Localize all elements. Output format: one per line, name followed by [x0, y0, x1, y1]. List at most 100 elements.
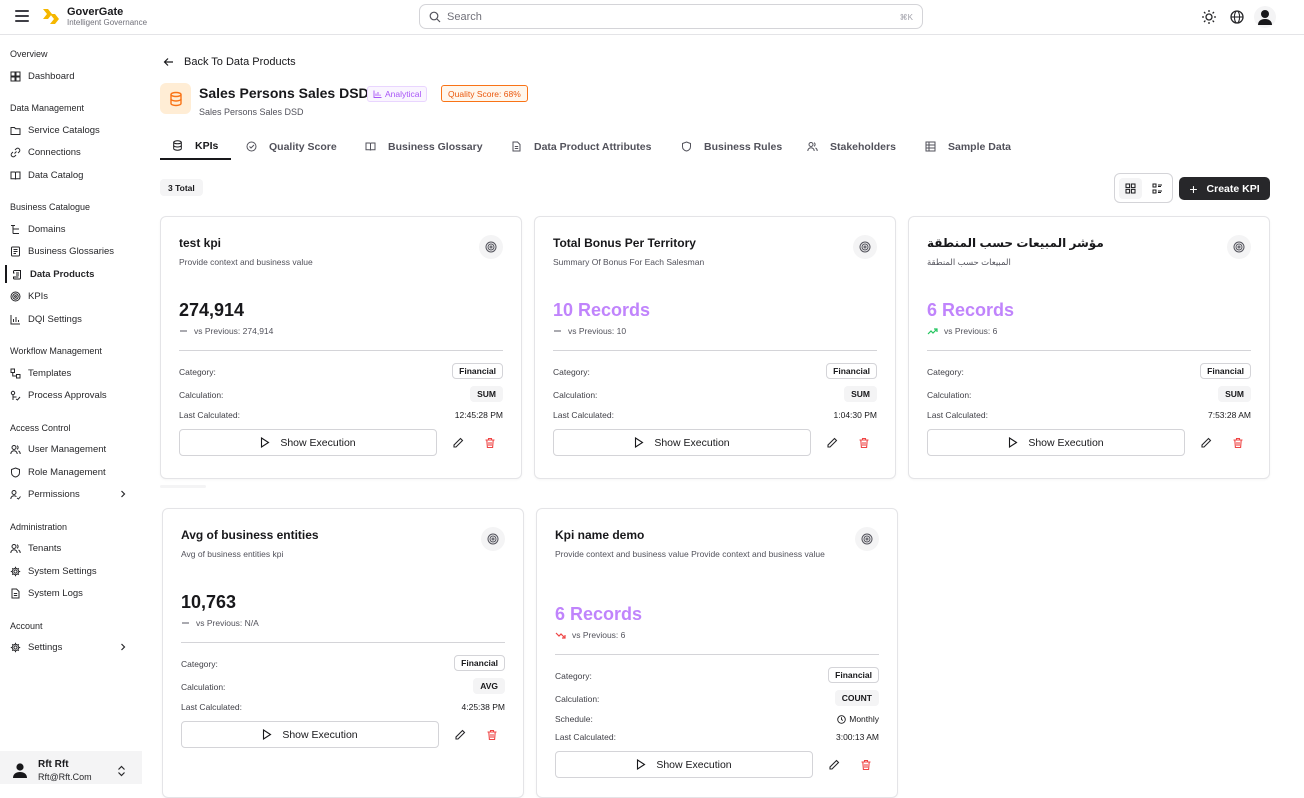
pencil-icon[interactable] [826, 437, 838, 449]
govergate-logo [43, 9, 59, 24]
sidebar-item-dashboard[interactable]: Dashboard [10, 67, 134, 85]
sidebar-item-label: Settings [28, 641, 63, 653]
kpi-card[interactable]: test kpi Provide context and business va… [160, 216, 522, 479]
pencil-icon[interactable] [452, 437, 464, 449]
pencil-icon[interactable] [1200, 437, 1212, 449]
tab-sample-data[interactable]: Sample Data [925, 133, 1011, 160]
pencil-icon[interactable] [454, 729, 466, 741]
tab-kpis[interactable]: KPIs [160, 133, 231, 160]
sidebar-item-label: Data Products [30, 268, 95, 280]
shield-icon [682, 141, 691, 152]
sidebar-item-label: Role Management [28, 466, 106, 478]
show-execution-button[interactable]: Show Execution [555, 751, 813, 778]
sidebar-item-system-settings[interactable]: System Settings [10, 562, 134, 580]
list-icon [1152, 183, 1162, 194]
quality-score-badge: Quality Score: 68% [441, 85, 528, 102]
schedule-text: Monthly [849, 714, 879, 724]
target-icon [10, 291, 21, 301]
sidebar-item-data-catalog[interactable]: Data Catalog [10, 166, 134, 184]
calculation-badge: SUM [470, 386, 503, 402]
calculation-label: Calculation: [179, 390, 224, 400]
trash-icon[interactable] [486, 729, 498, 741]
category-badge: Financial [1200, 363, 1251, 379]
sidebar-item-settings[interactable]: Settings [10, 638, 134, 656]
kpi-target-button[interactable] [855, 527, 879, 551]
sidebar-item-permissions[interactable]: Permissions [10, 485, 134, 503]
section-administration: Administration [10, 522, 68, 532]
tab-bar: KPIs Quality Score Business Glossary Dat… [160, 133, 1270, 160]
grid-view-button[interactable] [1119, 178, 1142, 199]
sidebar-item-templates[interactable]: Templates [10, 364, 134, 382]
arrow-left-icon [163, 58, 173, 66]
type-badge-label: Analytical [385, 89, 422, 99]
chevron-up-down-icon [118, 765, 125, 777]
list-view-button[interactable] [1146, 178, 1169, 199]
sidebar-item-role-management[interactable]: Role Management [10, 463, 134, 481]
kpi-value: 274,914 [179, 300, 245, 320]
play-icon [1009, 437, 1018, 448]
sun-icon[interactable] [1201, 9, 1217, 25]
tab-data-product-attributes[interactable]: Data Product Attributes [511, 133, 651, 160]
tab-business-glossary[interactable]: Business Glossary [365, 133, 483, 160]
sidebar-item-data-products[interactable]: Data Products [5, 265, 129, 283]
tab-label: Business Rules [704, 140, 783, 153]
category-badge: Financial [454, 655, 505, 671]
check-circle-icon [246, 141, 257, 152]
show-execution-button[interactable]: Show Execution [181, 721, 439, 748]
tab-quality-score[interactable]: Quality Score [246, 133, 337, 160]
menu-icon[interactable] [15, 10, 29, 22]
sidebar-item-service-catalogs[interactable]: Service Catalogs [10, 121, 134, 139]
kpi-target-button[interactable] [1227, 235, 1251, 259]
dashboard-icon [10, 71, 21, 81]
show-execution-label: Show Execution [656, 758, 732, 771]
kpi-target-button[interactable] [479, 235, 503, 259]
kpi-card[interactable]: Avg of business entities Avg of business… [162, 508, 524, 798]
show-execution-label: Show Execution [1028, 436, 1104, 449]
sidebar-item-kpis[interactable]: KPIs [10, 287, 134, 305]
kpi-title: مؤشر المبيعات حسب المنطقة [927, 236, 1104, 250]
globe-icon[interactable] [1229, 9, 1245, 25]
sidebar-item-label: Process Approvals [28, 389, 107, 401]
brand: GoverGate Intelligent Governance [67, 6, 147, 28]
show-execution-button[interactable]: Show Execution [179, 429, 437, 456]
show-execution-label: Show Execution [282, 728, 358, 741]
kpi-description: Provide context and business value [179, 257, 313, 267]
create-kpi-label: Create KPI [1206, 182, 1260, 195]
sidebar-item-connections[interactable]: Connections [10, 143, 134, 161]
kpi-target-button[interactable] [481, 527, 505, 551]
target-icon [487, 533, 499, 545]
back-link[interactable]: Back To Data Products [163, 56, 296, 68]
sidebar-item-dqi-settings[interactable]: DQI Settings [10, 310, 134, 328]
sidebar-item-domains[interactable]: Domains [10, 220, 134, 238]
trash-icon[interactable] [858, 437, 870, 449]
kpi-previous-text: vs Previous: 10 [568, 326, 627, 336]
type-badge: Analytical [367, 86, 428, 102]
kpi-target-button[interactable] [853, 235, 877, 259]
user-menu[interactable]: Rft Rft Rft@Rft.Com [0, 751, 150, 784]
show-execution-button[interactable]: Show Execution [553, 429, 811, 456]
tab-business-rules[interactable]: Business Rules [681, 133, 782, 160]
show-execution-button[interactable]: Show Execution [927, 429, 1185, 456]
kpi-card[interactable]: Total Bonus Per Territory Summary Of Bon… [534, 216, 896, 479]
sidebar-item-user-management[interactable]: User Management [10, 440, 134, 458]
trash-icon[interactable] [484, 437, 496, 449]
user-avatar[interactable] [1254, 6, 1276, 28]
kpi-title: Kpi name demo [555, 528, 645, 542]
trash-icon[interactable] [1232, 437, 1244, 449]
create-kpi-button[interactable]: + Create KPI [1179, 177, 1270, 200]
pencil-icon[interactable] [828, 759, 840, 771]
sidebar-item-system-logs[interactable]: System Logs [10, 584, 134, 602]
search-input[interactable]: Search ⌘K [419, 4, 923, 29]
sidebar-item-process-approvals[interactable]: Process Approvals [10, 386, 134, 404]
kpi-card[interactable]: مؤشر المبيعات حسب المنطقة المبيعات حسب ا… [908, 216, 1270, 479]
user-name: Rft Rft [38, 759, 69, 770]
tab-stakeholders[interactable]: Stakeholders [807, 133, 896, 160]
sidebar-item-tenants[interactable]: Tenants [10, 539, 134, 557]
data-product-icon [160, 83, 191, 114]
trash-icon[interactable] [860, 759, 872, 771]
back-label: Back To Data Products [184, 56, 296, 68]
kpi-card[interactable]: Kpi name demo Provide context and busine… [536, 508, 898, 798]
section-access-control: Access Control [10, 423, 71, 433]
sidebar-item-business-glossaries[interactable]: Business Glossaries [10, 242, 134, 260]
card-divider [927, 350, 1251, 351]
